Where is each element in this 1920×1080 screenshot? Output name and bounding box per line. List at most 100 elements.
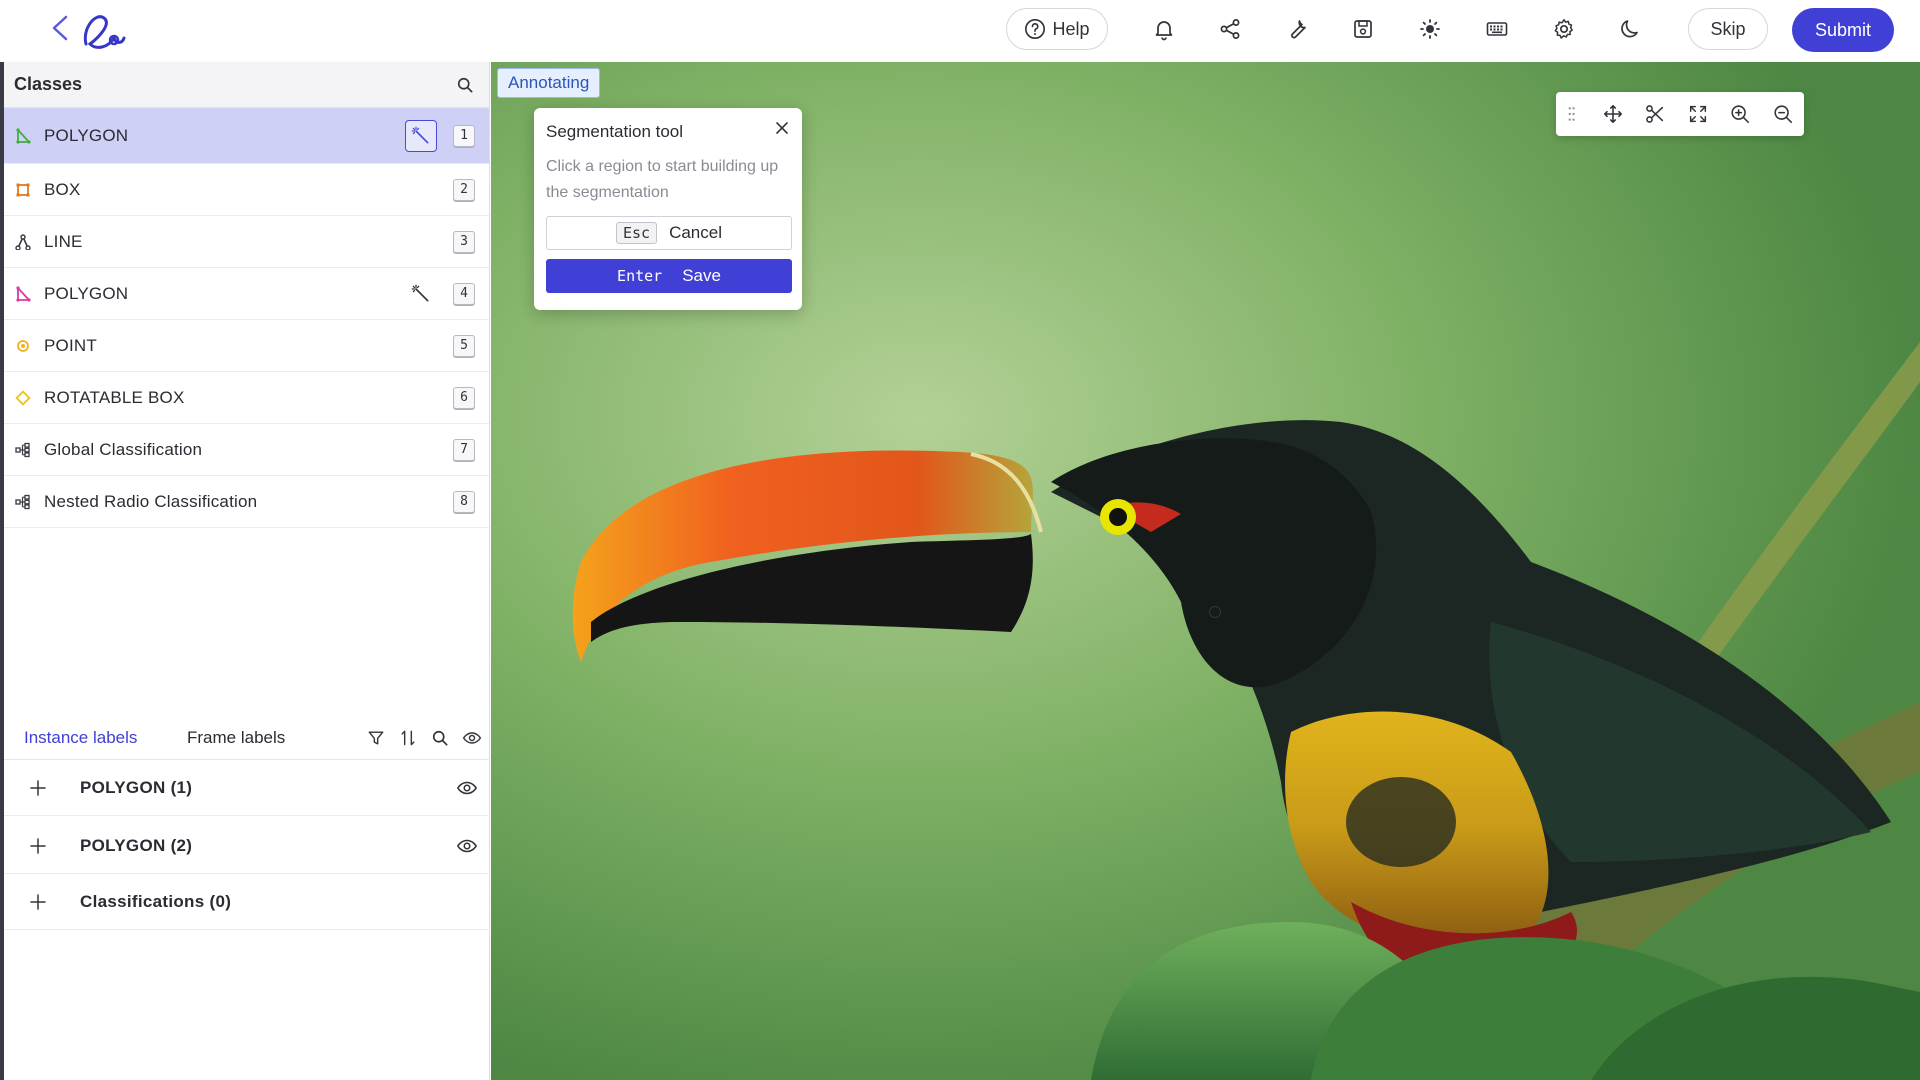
status-badge: Annotating: [497, 68, 601, 98]
canvas-toolbar: [1556, 92, 1804, 136]
save-label: Save: [682, 266, 721, 285]
expand-plus-icon[interactable]: [26, 776, 50, 800]
moon-icon: [1621, 20, 1638, 38]
instance-label: POLYGON (1): [80, 777, 193, 797]
share-button[interactable]: [1210, 8, 1250, 50]
annotation-app: Help Skip Submit Classes POLYGON 1 BOX 2…: [0, 0, 1920, 1080]
classes-title: Classes: [14, 74, 83, 94]
eye-icon[interactable]: [456, 777, 478, 799]
box-icon: [14, 181, 32, 199]
line-icon: [14, 233, 32, 251]
class-item-global-classification[interactable]: Global Classification 7: [4, 424, 489, 476]
settings-button[interactable]: [1544, 8, 1584, 50]
save-segmentation-button[interactable]: Enter Save: [546, 259, 792, 293]
instance-row-polygon-2[interactable]: POLYGON (2): [4, 818, 490, 874]
segmentation-tool-popup: Segmentation tool Click a region to star…: [534, 108, 802, 310]
tab-frame-labels[interactable]: Frame labels: [187, 728, 285, 748]
class-item-nested-radio-classification[interactable]: Nested Radio Classification 8: [4, 476, 489, 528]
hotkey-badge: 6: [453, 386, 475, 409]
class-item-polygon-2[interactable]: POLYGON 4: [4, 268, 489, 320]
class-list: POLYGON 1 BOX 2 LINE 3 POLYGON 4 POINT 5…: [4, 108, 489, 528]
help-button[interactable]: Help: [1006, 8, 1108, 50]
tools-button[interactable]: [1277, 8, 1317, 50]
hotkey-badge: 3: [453, 230, 475, 253]
dark-mode-button[interactable]: [1610, 8, 1650, 50]
instance-row-polygon-1[interactable]: POLYGON (1): [4, 760, 490, 816]
hotkey-badge: 7: [453, 438, 475, 461]
brightness-button[interactable]: [1410, 8, 1450, 50]
notifications-button[interactable]: [1144, 8, 1184, 50]
scissors-icon: [1646, 105, 1664, 123]
class-label: ROTATABLE BOX: [44, 387, 185, 407]
scissors-button[interactable]: [1634, 92, 1677, 136]
skip-button[interactable]: Skip: [1688, 8, 1768, 50]
class-item-rotatable-box[interactable]: ROTATABLE BOX 6: [4, 372, 489, 424]
rotatable-box-icon: [14, 389, 32, 407]
fit-screen-button[interactable]: [1676, 92, 1719, 136]
esc-key: Esc: [615, 222, 658, 244]
magic-wand-button[interactable]: [405, 119, 437, 152]
back-arrow-icon[interactable]: [48, 14, 72, 42]
enter-key: Enter: [617, 267, 663, 285]
popup-description: Click a region to start building up the …: [546, 158, 779, 201]
instance-label: Classifications (0): [80, 891, 232, 911]
instance-row-classifications[interactable]: Classifications (0): [4, 874, 490, 930]
zoom-in-icon: [1731, 105, 1750, 124]
magic-wand-button[interactable]: [405, 278, 437, 310]
save-icon: [1354, 20, 1372, 38]
class-label: Nested Radio Classification: [44, 491, 258, 511]
hotkey-badge: 2: [453, 178, 475, 201]
hotkey-badge: 5: [453, 334, 475, 357]
move-button[interactable]: [1591, 92, 1634, 136]
filter-icon[interactable]: [366, 728, 386, 748]
class-item-point[interactable]: POINT 5: [4, 320, 489, 372]
hotkey-badge: 1: [453, 124, 475, 147]
class-label: POLYGON: [44, 283, 129, 303]
eye-icon[interactable]: [456, 835, 478, 857]
save-button[interactable]: [1343, 8, 1383, 50]
eye-icon[interactable]: [462, 728, 482, 748]
close-icon[interactable]: [774, 120, 790, 136]
move-icon: [1603, 104, 1622, 124]
fit-screen-icon: [1689, 105, 1706, 123]
expand-plus-icon[interactable]: [26, 834, 50, 858]
zoom-out-icon: [1774, 105, 1792, 124]
class-item-polygon-1[interactable]: POLYGON 1: [4, 108, 489, 164]
instance-label: POLYGON (2): [80, 835, 193, 855]
class-label: POINT: [44, 335, 97, 355]
tab-instance-labels[interactable]: Instance labels: [24, 728, 137, 748]
labels-tabs: Instance labels Frame labels: [4, 716, 490, 760]
keyboard-icon: [1486, 22, 1508, 36]
search-icon[interactable]: [455, 75, 475, 95]
brightness-icon: [1420, 19, 1440, 39]
help-label: Help: [1052, 18, 1090, 39]
search-icon[interactable]: [430, 728, 450, 748]
share-icon: [1220, 19, 1240, 39]
help-icon: [1025, 19, 1046, 39]
popup-title: Segmentation tool: [546, 122, 684, 141]
sort-icon[interactable]: [398, 728, 418, 748]
magic-wand-icon: [411, 284, 429, 301]
class-item-line[interactable]: LINE 3: [4, 216, 489, 268]
zoom-out-button[interactable]: [1761, 92, 1804, 136]
top-bar: Help Skip Submit: [0, 0, 1920, 62]
hotkey-badge: 4: [453, 282, 475, 305]
classification-icon: [14, 441, 32, 459]
sidebar: Classes POLYGON 1 BOX 2 LINE 3 POLYGON 4…: [0, 62, 490, 1080]
class-label: POLYGON: [44, 125, 129, 145]
class-label: Global Classification: [44, 439, 203, 459]
magic-wand-icon: [411, 126, 429, 143]
gear-icon: [1554, 19, 1573, 39]
hotkey-badge: 8: [453, 490, 475, 513]
cancel-button[interactable]: Esc Cancel: [546, 216, 792, 250]
class-item-box[interactable]: BOX 2: [4, 164, 489, 216]
drag-handle-icon[interactable]: [1566, 103, 1577, 125]
class-label: LINE: [44, 231, 83, 251]
polygon-icon: [14, 285, 32, 303]
expand-plus-icon[interactable]: [26, 890, 50, 914]
point-icon: [14, 337, 32, 355]
submit-button[interactable]: Submit: [1792, 8, 1894, 52]
zoom-in-button[interactable]: [1719, 92, 1762, 136]
keyboard-shortcuts-button[interactable]: [1477, 8, 1517, 50]
logo-icon: [83, 15, 126, 49]
